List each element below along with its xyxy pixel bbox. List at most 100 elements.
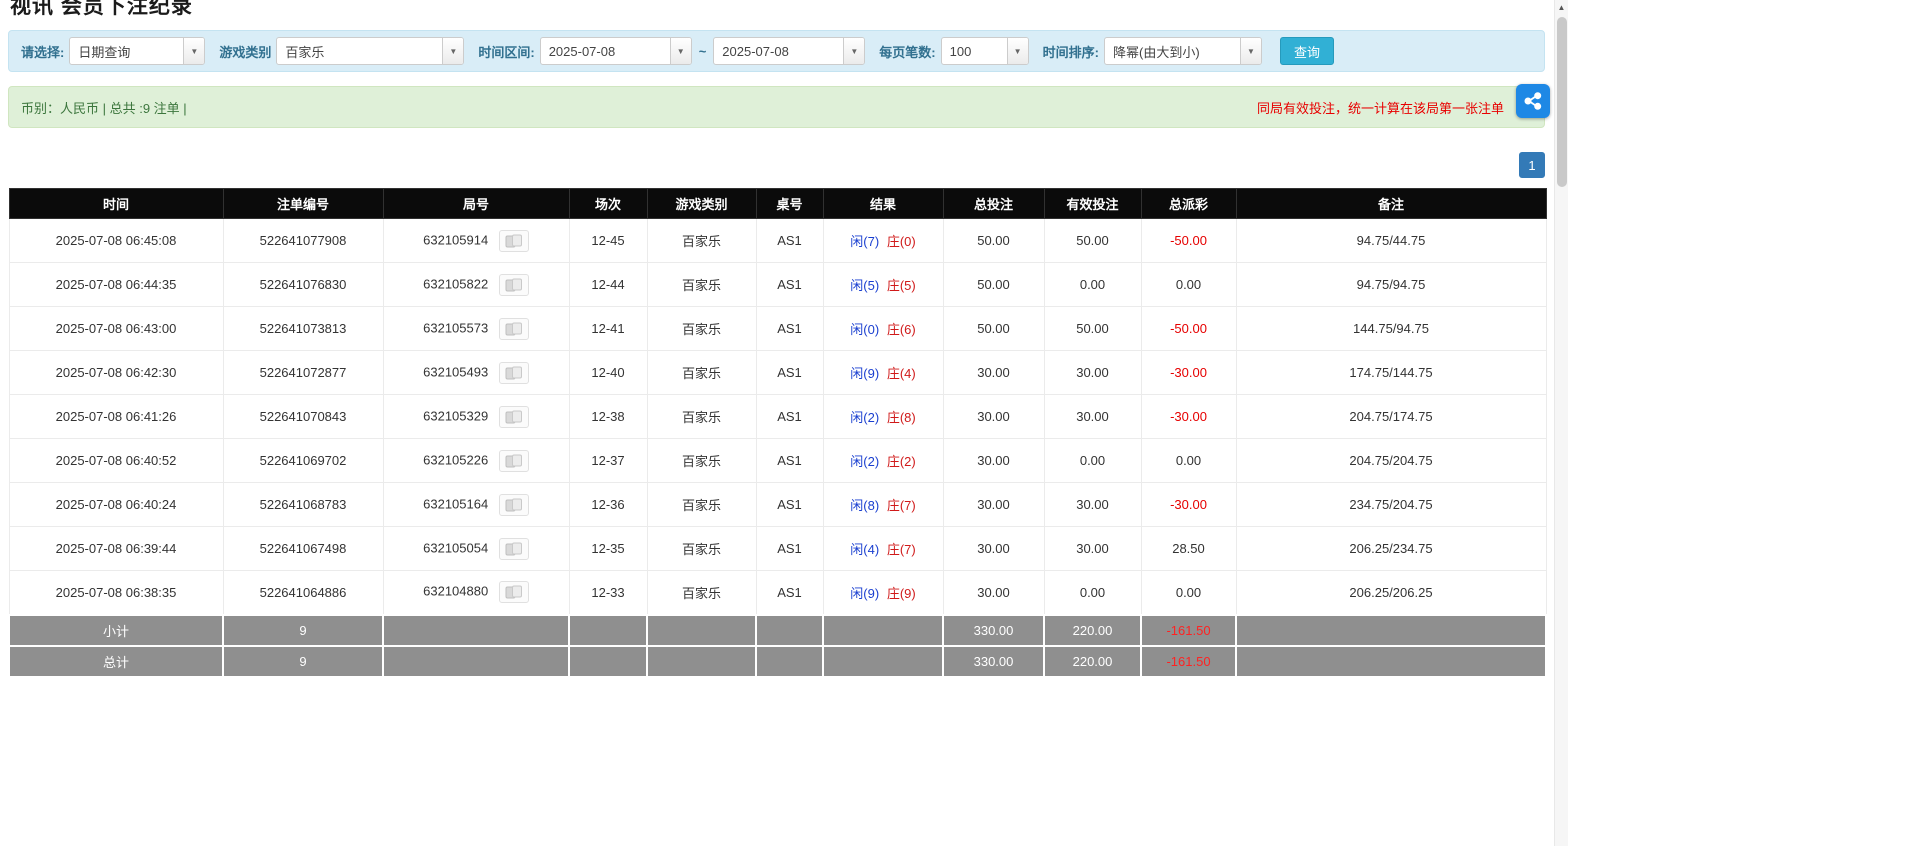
- game-type-cell: 百家乐: [646, 394, 757, 439]
- date-to-select[interactable]: 2025-07-08 ▼: [713, 37, 866, 65]
- roadmap-button[interactable]: [498, 449, 529, 472]
- scroll-up-arrow-icon[interactable]: ▲: [1555, 0, 1568, 15]
- currency-summary-text: 币别：人民币 | 总共 :9 注单 |: [21, 100, 187, 116]
- scrollbar-thumb[interactable]: [1557, 17, 1567, 187]
- roadmap-button[interactable]: [498, 405, 529, 428]
- share-float-button[interactable]: [1516, 84, 1550, 118]
- date-from-select[interactable]: 2025-07-08 ▼: [539, 37, 692, 65]
- subtotal-label: 小计: [8, 613, 224, 647]
- total-bet-cell[interactable]: 30.00: [942, 482, 1045, 527]
- vertical-scrollbar[interactable]: ▲: [1554, 0, 1568, 846]
- player-result: 闲(9): [850, 585, 880, 601]
- table-no-cell: AS1: [755, 262, 824, 307]
- valid-bet-cell: 30.00: [1043, 394, 1142, 439]
- summary-bar: 币别：人民币 | 总共 :9 注单 | 同局有效投注，统一计算在该局第一张注单: [8, 86, 1545, 128]
- column-header: 总投注: [942, 188, 1045, 219]
- session-cell: 12-40: [568, 350, 648, 395]
- grand-total-valid-bet: 220.00: [1043, 644, 1142, 678]
- round-id-cell: 632104880: [382, 570, 570, 615]
- chevron-down-icon[interactable]: ▼: [843, 38, 865, 64]
- result-cell: 闲(0) 庄(6): [822, 306, 944, 351]
- result-cell: 闲(4) 庄(7): [822, 526, 944, 571]
- roadmap-button[interactable]: [498, 361, 529, 384]
- total-bet-cell[interactable]: 50.00: [942, 262, 1045, 307]
- session-cell: 12-38: [568, 394, 648, 439]
- roadmap-button[interactable]: [498, 317, 529, 340]
- round-id-cell: 632105493: [382, 350, 570, 395]
- sort-select[interactable]: 降幂(由大到小) ▼: [1103, 37, 1262, 65]
- empty-cell: [755, 613, 824, 647]
- total-bet-cell[interactable]: 30.00: [942, 438, 1045, 483]
- round-id: 632105573: [423, 319, 489, 335]
- roadmap-button[interactable]: [498, 581, 529, 604]
- total-bet-cell[interactable]: 50.00: [942, 306, 1045, 351]
- session-cell: 12-45: [568, 218, 648, 263]
- empty-cell: [1235, 644, 1547, 678]
- payout-cell: 0.00: [1140, 438, 1237, 483]
- total-bet-cell[interactable]: 30.00: [942, 394, 1045, 439]
- per-page-select[interactable]: 100 ▼: [940, 37, 1029, 65]
- payout-cell: -50.00: [1140, 306, 1237, 351]
- round-id: 632104880: [423, 583, 489, 599]
- valid-bet-cell: 50.00: [1043, 218, 1142, 263]
- result-cell: 闲(9) 庄(4): [822, 350, 944, 395]
- valid-bet-cell: 30.00: [1043, 482, 1142, 527]
- round-id-cell: 632105573: [382, 306, 570, 351]
- time-cell: 2025-07-08 06:45:08: [8, 218, 224, 263]
- payout-cell: -50.00: [1140, 218, 1237, 263]
- total-bet-cell[interactable]: 50.00: [942, 218, 1045, 263]
- table-row: 2025-07-08 06:45:08 522641077908 6321059…: [8, 218, 1547, 263]
- cards-icon: [505, 234, 522, 247]
- game-type-select[interactable]: 百家乐 ▼: [276, 37, 465, 65]
- empty-cell: [382, 613, 570, 647]
- table-no-cell: AS1: [755, 526, 824, 571]
- time-cell: 2025-07-08 06:43:00: [8, 306, 224, 351]
- chevron-down-icon[interactable]: ▼: [183, 38, 205, 64]
- chevron-down-icon[interactable]: ▼: [669, 38, 691, 64]
- player-result: 闲(7): [850, 234, 880, 249]
- roadmap-button[interactable]: [498, 537, 529, 560]
- empty-cell: [646, 613, 757, 647]
- round-id: 632105226: [423, 451, 489, 467]
- chevron-down-icon[interactable]: ▼: [442, 38, 464, 64]
- column-header: 注单编号: [222, 188, 384, 219]
- result-cell: 闲(5) 庄(5): [822, 262, 944, 307]
- filter-bar: 请选择: 日期查询 ▼ 游戏类别 百家乐 ▼ 时间区间: 2025-07-08 …: [8, 30, 1545, 72]
- chevron-down-icon[interactable]: ▼: [1006, 38, 1028, 64]
- game-type-cell: 百家乐: [646, 218, 757, 263]
- valid-bet-cell: 30.00: [1043, 350, 1142, 395]
- total-bet-cell[interactable]: 30.00: [942, 526, 1045, 571]
- chevron-down-icon[interactable]: ▼: [1239, 38, 1261, 64]
- round-id: 632105329: [423, 407, 489, 423]
- roadmap-button[interactable]: [498, 493, 529, 516]
- time-cell: 2025-07-08 06:42:30: [8, 350, 224, 395]
- remark-cell: 174.75/144.75: [1235, 350, 1547, 395]
- time-cell: 2025-07-08 06:40:52: [8, 438, 224, 483]
- table-footer: 小计 9 330.00 220.00 -161.50 总计 9 330.00 2…: [8, 613, 1547, 678]
- bet-id-cell: 522641069702: [222, 438, 384, 483]
- roadmap-button[interactable]: [498, 229, 529, 252]
- pagination-page-1[interactable]: 1: [1519, 152, 1545, 178]
- column-header: 时间: [8, 188, 224, 219]
- roadmap-button[interactable]: [498, 273, 529, 296]
- query-button[interactable]: 查询: [1279, 37, 1334, 65]
- query-type-select[interactable]: 日期查询 ▼: [69, 37, 206, 65]
- round-id: 632105164: [423, 495, 489, 511]
- result-cell: 闲(8) 庄(7): [822, 482, 944, 527]
- total-bet-cell[interactable]: 30.00: [942, 570, 1045, 615]
- payout-cell: -30.00: [1140, 350, 1237, 395]
- cards-icon: [505, 322, 522, 335]
- total-bet-cell[interactable]: 30.00: [942, 350, 1045, 395]
- cards-icon: [505, 410, 522, 423]
- valid-bet-notice-text: 同局有效投注，统一计算在该局第一张注单: [1256, 100, 1504, 116]
- remark-cell: 94.75/44.75: [1235, 218, 1547, 263]
- payout-cell: -30.00: [1140, 394, 1237, 439]
- bet-id-cell: 522641072877: [222, 350, 384, 395]
- banker-result: 庄(6): [886, 322, 916, 337]
- bet-id-cell: 522641064886: [222, 570, 384, 615]
- sort-label: 时间排序:: [1042, 44, 1099, 60]
- remark-cell: 144.75/94.75: [1235, 306, 1547, 351]
- session-cell: 12-41: [568, 306, 648, 351]
- subtotal-total-bet: 330.00: [942, 613, 1045, 647]
- sort-value: 降幂(由大到小): [1112, 44, 1200, 60]
